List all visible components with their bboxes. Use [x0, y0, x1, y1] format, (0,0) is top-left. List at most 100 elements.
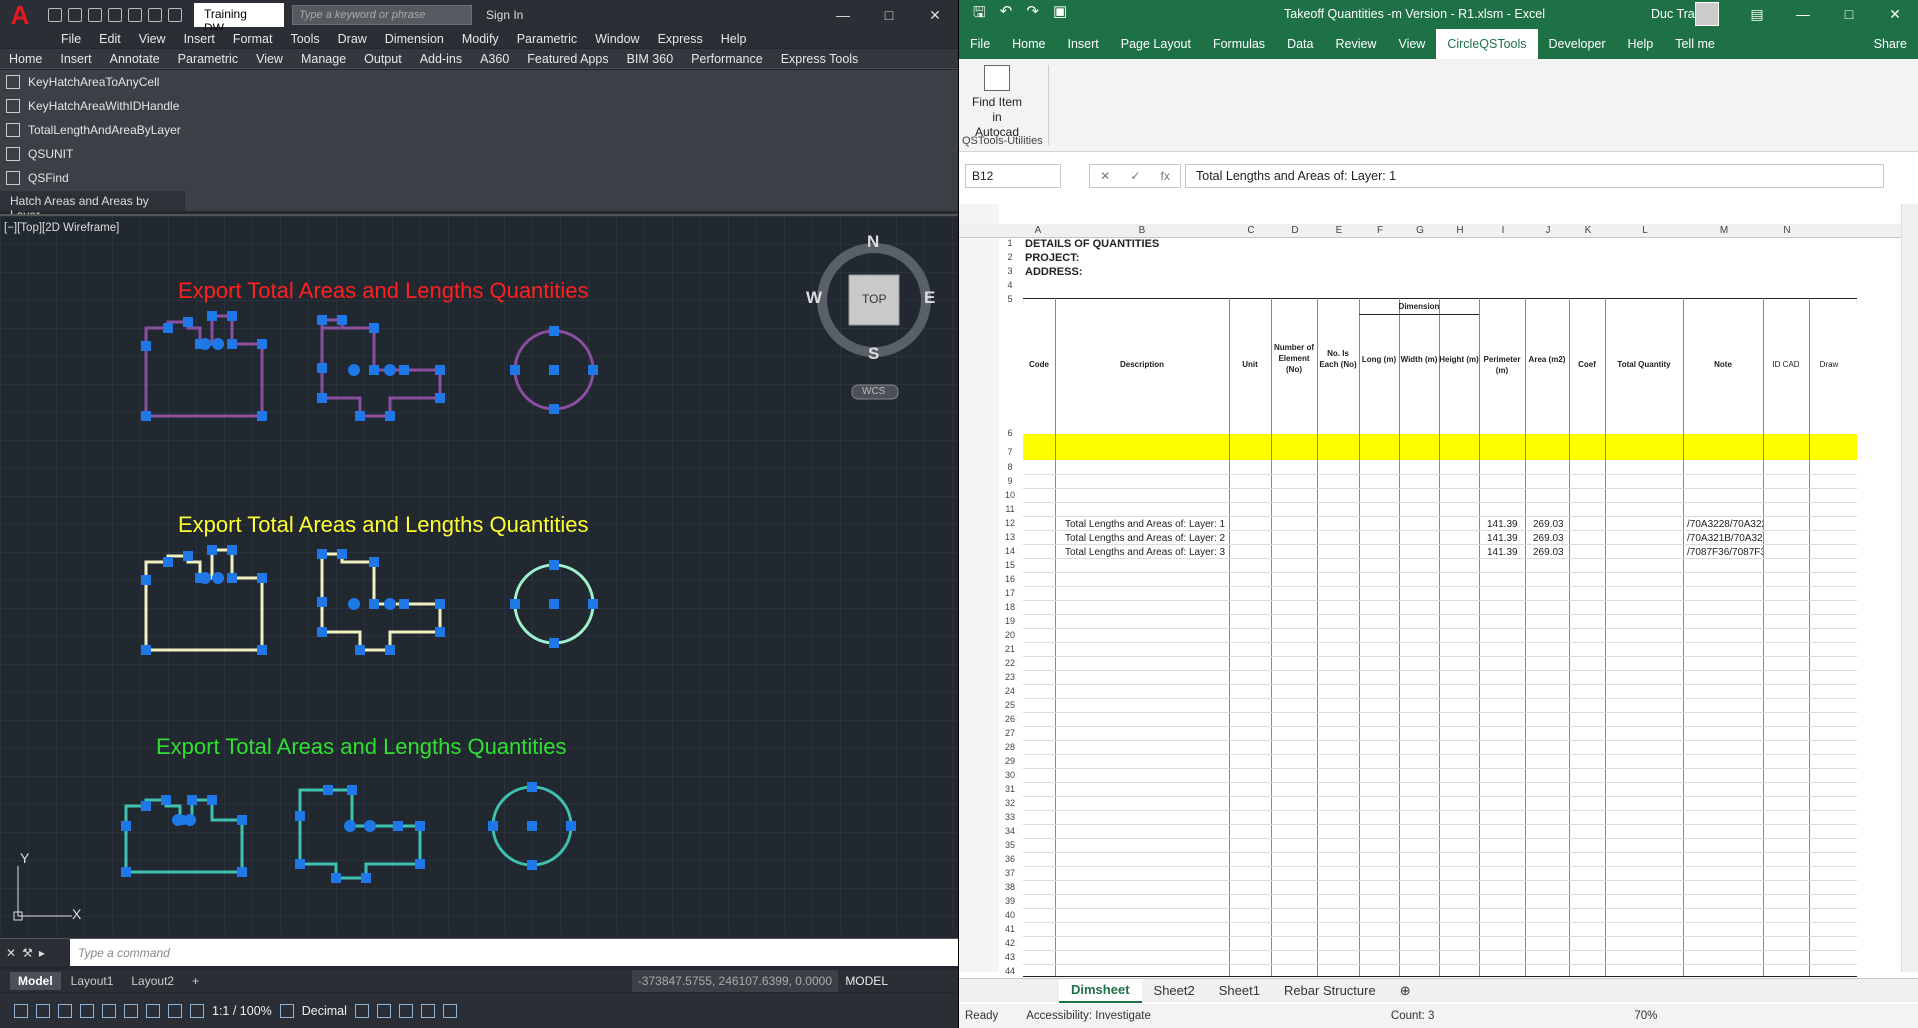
- tab-model[interactable]: Model: [10, 972, 61, 990]
- tell-me[interactable]: Tell me: [1664, 29, 1726, 59]
- row-header[interactable]: 6: [999, 428, 1021, 438]
- snap-icon[interactable]: [14, 1003, 28, 1018]
- header-unit[interactable]: Unit: [1229, 359, 1271, 370]
- panel-item[interactable]: TotalLengthAndAreaByLayer: [0, 118, 185, 142]
- ribbon-tab[interactable]: Manage: [292, 52, 355, 66]
- row-header[interactable]: 21: [999, 644, 1021, 654]
- panel-item[interactable]: QSUNIT: [0, 142, 185, 166]
- row-14-note[interactable]: /7087F36/7087F34/7087F32: [1687, 547, 1763, 558]
- fx-icon[interactable]: fx: [1161, 169, 1170, 183]
- menu-file[interactable]: File: [52, 32, 90, 46]
- menu-window[interactable]: Window: [586, 32, 648, 46]
- header-note[interactable]: Note: [1683, 359, 1763, 370]
- ribbon-tab[interactable]: Performance: [682, 52, 772, 66]
- menu-tools[interactable]: Tools: [281, 32, 328, 46]
- row-header[interactable]: 42: [999, 938, 1021, 948]
- sheet-tab-sheet2[interactable]: Sheet2: [1142, 983, 1207, 998]
- gizmo-icon[interactable]: [168, 1003, 182, 1018]
- col-header[interactable]: N: [1765, 225, 1809, 236]
- ribbon-tab[interactable]: BIM 360: [618, 52, 683, 66]
- header-number[interactable]: Number of Element (No): [1271, 342, 1317, 375]
- col-header[interactable]: D: [1273, 225, 1317, 236]
- ribbon-display-icon[interactable]: ▤: [1734, 0, 1780, 28]
- col-header[interactable]: F: [1361, 225, 1399, 236]
- maximize-icon[interactable]: □: [866, 0, 912, 30]
- zoom-level[interactable]: 70%: [1634, 1010, 1657, 1022]
- row-header[interactable]: 16: [999, 574, 1021, 584]
- print-icon[interactable]: [128, 8, 142, 22]
- header-idcad[interactable]: ID CAD: [1763, 359, 1809, 370]
- ribbon-tab[interactable]: Parametric: [169, 52, 247, 66]
- open-icon[interactable]: [68, 8, 82, 22]
- ribbon-tab[interactable]: Output: [355, 52, 411, 66]
- tab-home[interactable]: Home: [1001, 29, 1056, 59]
- header-no-each[interactable]: No. Is Each (No): [1317, 348, 1359, 370]
- col-header[interactable]: E: [1319, 225, 1359, 236]
- header-code[interactable]: Code: [1023, 359, 1055, 370]
- avatar[interactable]: [1695, 2, 1719, 26]
- sheet-tab-dimsheet[interactable]: Dimsheet: [1059, 978, 1142, 1003]
- row-12-note[interactable]: /70A3228/70A3227/70A3226: [1687, 519, 1763, 530]
- sign-in-button[interactable]: Sign In: [486, 8, 596, 22]
- row-12-description[interactable]: Total Lengths and Areas of: Layer: 1: [1065, 519, 1225, 530]
- row-header[interactable]: 13: [999, 532, 1021, 542]
- row-header[interactable]: 2: [999, 252, 1021, 262]
- redo-icon[interactable]: [168, 8, 182, 22]
- accessibility-status[interactable]: Accessibility: Investigate: [1026, 1010, 1151, 1022]
- viewcube-top-label[interactable]: TOP: [862, 292, 886, 306]
- undo-icon[interactable]: [148, 8, 162, 22]
- search-input[interactable]: Type a keyword or phrase: [292, 5, 472, 25]
- ribbon-tab[interactable]: Add-ins: [411, 52, 471, 66]
- scale-selector[interactable]: 1:1 / 100%: [212, 1004, 272, 1018]
- wrench-icon[interactable]: ⚒: [22, 946, 33, 960]
- close-icon[interactable]: ✕: [6, 946, 16, 960]
- row-header[interactable]: 14: [999, 546, 1021, 556]
- col-header[interactable]: C: [1231, 225, 1271, 236]
- row-header[interactable]: 7: [999, 447, 1021, 457]
- col-header[interactable]: L: [1607, 225, 1683, 236]
- header-dimension[interactable]: Dimension: [1359, 301, 1479, 315]
- count-status[interactable]: Count: 3: [1391, 1010, 1434, 1022]
- cancel-icon[interactable]: ✕: [1100, 169, 1110, 183]
- ribbon-tab[interactable]: A360: [471, 52, 518, 66]
- document-tab[interactable]: Training DW...: [194, 3, 284, 35]
- viewcube[interactable]: [817, 243, 931, 400]
- header-total[interactable]: Total Quantity: [1605, 359, 1683, 370]
- sheet-tab-sheet1[interactable]: Sheet1: [1207, 983, 1272, 998]
- close-icon[interactable]: ✕: [1872, 0, 1918, 28]
- col-header[interactable]: M: [1685, 225, 1763, 236]
- panel-item[interactable]: QSFind: [0, 166, 185, 190]
- menu-view[interactable]: View: [130, 32, 175, 46]
- save-icon[interactable]: [88, 8, 102, 22]
- share-button[interactable]: Share: [1863, 29, 1918, 59]
- row-13-area[interactable]: 269.03: [1533, 533, 1564, 544]
- undo-icon[interactable]: ↶: [1000, 2, 1013, 27]
- col-header[interactable]: B: [1055, 225, 1229, 236]
- viewcube-w[interactable]: W: [806, 288, 822, 308]
- row-header[interactable]: 27: [999, 728, 1021, 738]
- enter-icon[interactable]: ✓: [1130, 169, 1140, 183]
- viewcube-n[interactable]: N: [867, 232, 879, 252]
- header-width[interactable]: Width (m): [1399, 354, 1439, 365]
- formula-input[interactable]: Total Lengths and Areas of: Layer: 1: [1185, 164, 1884, 188]
- maximize-icon[interactable]: □: [1826, 0, 1872, 28]
- tab-developer[interactable]: Developer: [1538, 29, 1617, 59]
- row-header[interactable]: 36: [999, 854, 1021, 864]
- ortho-icon[interactable]: [58, 1003, 72, 1018]
- find-item-button[interactable]: Find Item in Autocad: [969, 65, 1025, 140]
- row-header[interactable]: 32: [999, 798, 1021, 808]
- close-icon[interactable]: ✕: [912, 0, 958, 30]
- row-14-area[interactable]: 269.03: [1533, 547, 1564, 558]
- row-header[interactable]: 19: [999, 616, 1021, 626]
- save-icon[interactable]: 🖫: [973, 2, 986, 27]
- sheet-tab-rebar-structure[interactable]: Rebar Structure: [1272, 983, 1388, 998]
- menu-dimension[interactable]: Dimension: [376, 32, 453, 46]
- worksheet-grid[interactable]: A B C D E F G H I J K L M N DETAILS OF Q…: [959, 204, 1901, 979]
- header-description[interactable]: Description: [1055, 359, 1229, 370]
- polar-icon[interactable]: [80, 1003, 94, 1018]
- tab-insert[interactable]: Insert: [1057, 29, 1110, 59]
- highlight-row-7[interactable]: [1023, 434, 1857, 460]
- row-header[interactable]: 1: [999, 238, 1021, 248]
- osnap-icon[interactable]: [102, 1003, 116, 1018]
- camera-icon[interactable]: ▣: [1053, 2, 1067, 27]
